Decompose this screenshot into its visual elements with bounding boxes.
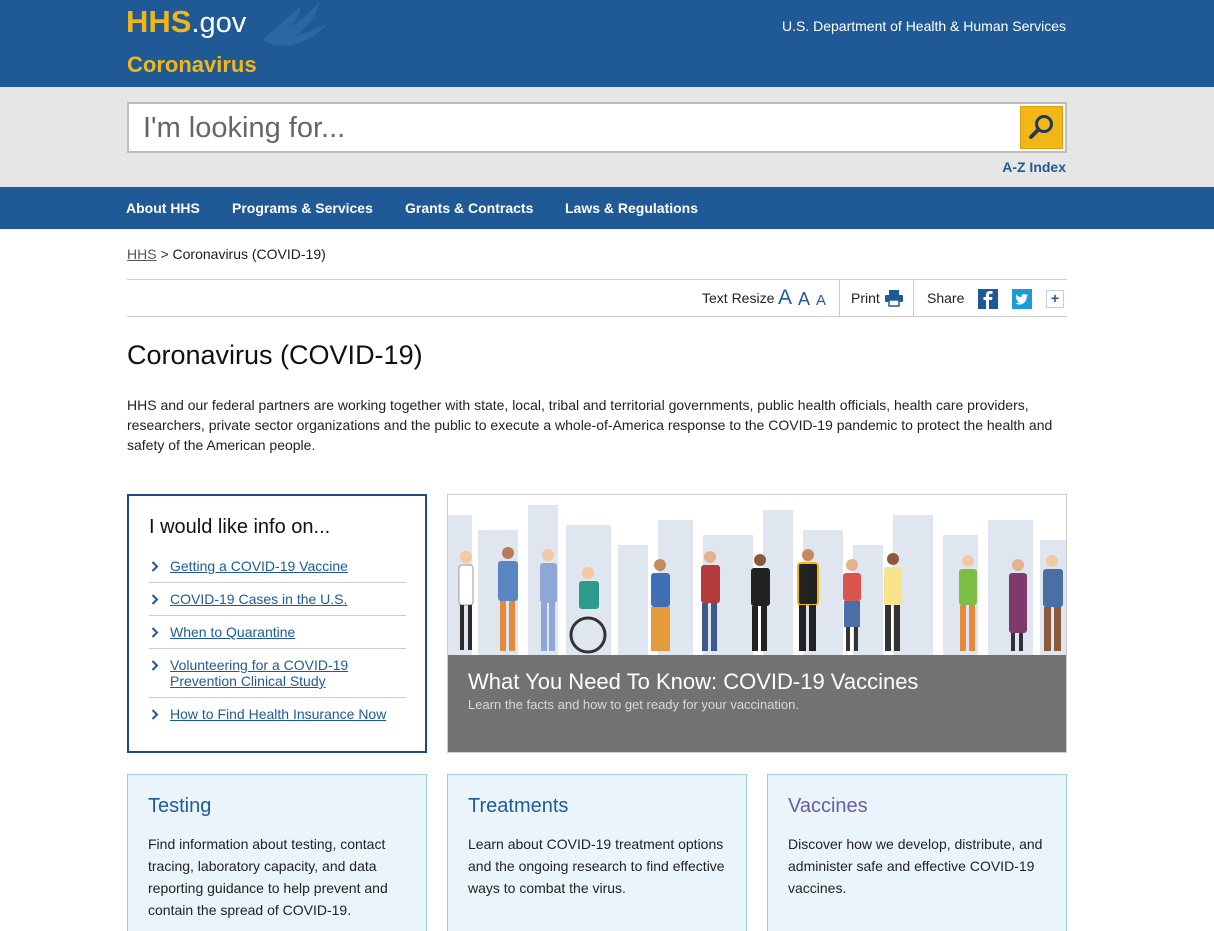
card-vaccines[interactable]: Vaccines Discover how we develop, distri… [767, 774, 1067, 931]
card-title[interactable]: Treatments [468, 795, 568, 818]
text-resize-large-button[interactable]: A [778, 286, 792, 310]
share-label: Share [927, 290, 965, 306]
info-list-item: COVID-19 Cases in the U.S. [149, 583, 406, 616]
text-resize-label: Text Resize [702, 290, 775, 306]
card-body: Find information about testing, contact … [148, 836, 388, 918]
info-list-item: How to Find Health Insurance Now [149, 698, 406, 730]
search-icon [1029, 115, 1053, 139]
chevron-right-icon [151, 627, 159, 638]
search-box [127, 102, 1067, 153]
nav-item-laws-regulations[interactable]: Laws & Regulations [565, 200, 698, 216]
search-bar: A-Z Index [0, 87, 1214, 187]
card-title[interactable]: Testing [148, 795, 211, 818]
hero-title[interactable]: What You Need To Know: COVID-19 Vaccines [468, 669, 918, 695]
people-illustration [448, 505, 1066, 655]
card-treatments[interactable]: Treatments Learn about COVID-19 treatmen… [447, 774, 747, 931]
share-more-button[interactable]: + [1046, 290, 1064, 308]
az-index-link[interactable]: A-Z Index [1002, 159, 1066, 175]
nav-item-programs-services[interactable]: Programs & Services [232, 200, 373, 216]
card-testing[interactable]: Testing Find information about testing, … [127, 774, 427, 931]
page-intro: HHS and our federal partners are working… [127, 397, 1053, 453]
breadcrumb: HHS > Coronavirus (COVID-19) [127, 246, 326, 262]
text-resize-medium-button[interactable]: A [798, 289, 810, 310]
info-link-list: Getting a COVID-19 Vaccine COVID-19 Case… [149, 550, 406, 730]
facebook-icon[interactable] [978, 289, 998, 309]
tools-divider [913, 280, 914, 316]
info-box: I would like info on... Getting a COVID-… [127, 494, 427, 753]
info-link-health-insurance[interactable]: How to Find Health Insurance Now [170, 706, 386, 722]
info-link-vaccine[interactable]: Getting a COVID-19 Vaccine [170, 558, 348, 574]
vaccine-hero-banner[interactable]: What You Need To Know: COVID-19 Vaccines… [447, 494, 1067, 753]
info-link-quarantine[interactable]: When to Quarantine [170, 624, 295, 640]
info-list-item: When to Quarantine [149, 616, 406, 649]
subsite-title[interactable]: Coronavirus [127, 52, 257, 78]
printer-icon[interactable] [884, 289, 904, 307]
chevron-right-icon [151, 594, 159, 605]
breadcrumb-home-link[interactable]: HHS [127, 246, 157, 262]
main-nav: About HHS Programs & Services Grants & C… [0, 187, 1214, 229]
breadcrumb-separator: > [160, 246, 169, 262]
chevron-right-icon [151, 709, 159, 720]
card-body: Learn about COVID-19 treatment options a… [468, 836, 725, 896]
page-tools-bar: Text Resize A A A Print Share + [127, 279, 1067, 317]
breadcrumb-current: Coronavirus (COVID-19) [172, 246, 326, 262]
card-title[interactable]: Vaccines [788, 795, 868, 818]
tools-divider [839, 280, 840, 316]
hero-subtitle: Learn the facts and how to get ready for… [468, 697, 799, 712]
twitter-icon[interactable] [1012, 289, 1032, 309]
info-link-cases[interactable]: COVID-19 Cases in the U.S. [170, 591, 347, 607]
logo-main-text: HHS [126, 4, 192, 39]
info-list-item: Volunteering for a COVID-19 Prevention C… [149, 649, 406, 698]
hhs-eagle-icon [263, 2, 327, 46]
card-body: Discover how we develop, distribute, and… [788, 836, 1043, 896]
chevron-right-icon [151, 660, 159, 671]
info-box-title: I would like info on... [149, 516, 331, 538]
search-input[interactable] [143, 110, 1003, 146]
department-link[interactable]: U.S. Department of Health & Human Servic… [782, 18, 1066, 34]
logo-suffix-text: .gov [191, 7, 247, 39]
hhs-logo[interactable]: HHS.gov [126, 4, 246, 40]
page-title: Coronavirus (COVID-19) [127, 340, 423, 370]
nav-item-about-hhs[interactable]: About HHS [126, 200, 200, 216]
info-list-item: Getting a COVID-19 Vaccine [149, 550, 406, 583]
chevron-right-icon [151, 561, 159, 572]
info-link-clinical-study[interactable]: Volunteering for a COVID-19 Prevention C… [170, 657, 348, 689]
site-header: HHS.gov Coronavirus U.S. Department of H… [0, 0, 1214, 87]
nav-item-grants-contracts[interactable]: Grants & Contracts [405, 200, 533, 216]
print-button[interactable]: Print [851, 290, 880, 306]
search-button[interactable] [1020, 106, 1063, 149]
text-resize-small-button[interactable]: A [816, 292, 826, 309]
hero-caption: What You Need To Know: COVID-19 Vaccines… [448, 655, 1066, 752]
